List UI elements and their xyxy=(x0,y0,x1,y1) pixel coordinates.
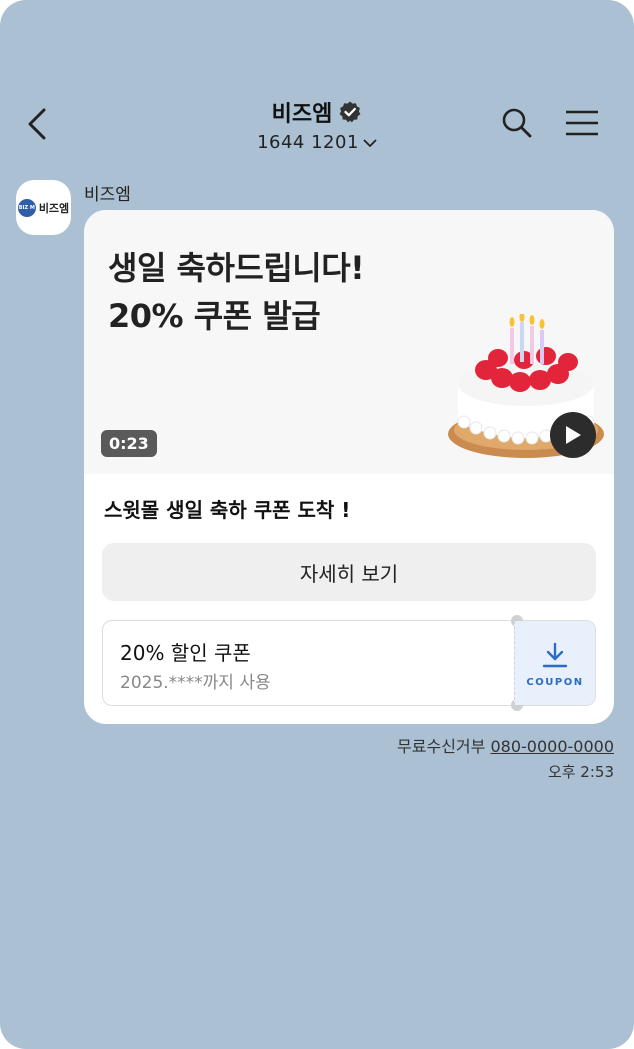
play-icon xyxy=(566,426,581,444)
video-duration: 0:23 xyxy=(101,430,157,457)
sender-avatar[interactable]: BIZ M 비즈엠 xyxy=(16,180,71,235)
search-icon[interactable] xyxy=(500,106,534,140)
play-button[interactable] xyxy=(550,412,596,458)
chat-header: 비즈엠 1644 1201 xyxy=(0,80,634,170)
verified-badge-icon xyxy=(339,101,361,123)
avatar-label: 비즈엠 xyxy=(38,201,70,215)
coupon-download-label: COUPON xyxy=(526,677,584,688)
headline-line-2: 20% 쿠폰 발급 xyxy=(108,297,321,335)
headline-line-1: 생일 축하드립니다! xyxy=(108,249,365,287)
bizm-logo-badge: BIZ M xyxy=(17,198,36,217)
chevron-down-icon xyxy=(363,138,377,147)
unsubscribe-notice: 무료수신거부 080-0000-0000 xyxy=(397,733,614,757)
hamburger-menu-icon[interactable] xyxy=(564,108,600,138)
channel-title: 비즈엠 xyxy=(272,96,363,128)
unsubscribe-label: 무료수신거부 xyxy=(397,737,486,756)
coupon-title: 20% 할인 쿠폰 xyxy=(120,641,251,665)
sender-name: 비즈엠 xyxy=(84,185,131,205)
coupon-validity: 2025.****까지 사용 xyxy=(120,673,271,693)
coupon-card[interactable]: 20% 할인 쿠폰 2025.****까지 사용 COUPON xyxy=(102,615,596,711)
view-details-button[interactable]: 자세히 보기 xyxy=(102,543,596,601)
channel-name: 비즈엠 xyxy=(271,102,333,127)
header-title-block: 비즈엠 1644 1201 xyxy=(0,96,634,153)
message-timestamp: 오후 2:53 xyxy=(547,763,614,781)
download-icon xyxy=(542,642,568,668)
coupon-download-button[interactable]: COUPON xyxy=(514,621,595,705)
unsubscribe-number-link[interactable]: 080-0000-0000 xyxy=(490,737,614,756)
promo-headline: 생일 축하드립니다! 20% 쿠폰 발급 xyxy=(108,244,365,340)
message-bubble: 생일 축하드립니다! 20% 쿠폰 발급 0:23 스윗몰 생일 축하 쿠폰 도… xyxy=(84,210,614,724)
chat-screen: 비즈엠 1644 1201 BIZ M 비즈엠 비즈엠 생일 축하드립니다! 2… xyxy=(0,0,634,1049)
phone-number: 1644 1201 xyxy=(257,132,359,153)
message-text: 스윗몰 생일 축하 쿠폰 도착 ! xyxy=(104,498,351,522)
phone-number-dropdown[interactable]: 1644 1201 xyxy=(257,132,377,153)
video-thumbnail[interactable]: 생일 축하드립니다! 20% 쿠폰 발급 0:23 xyxy=(84,210,614,474)
